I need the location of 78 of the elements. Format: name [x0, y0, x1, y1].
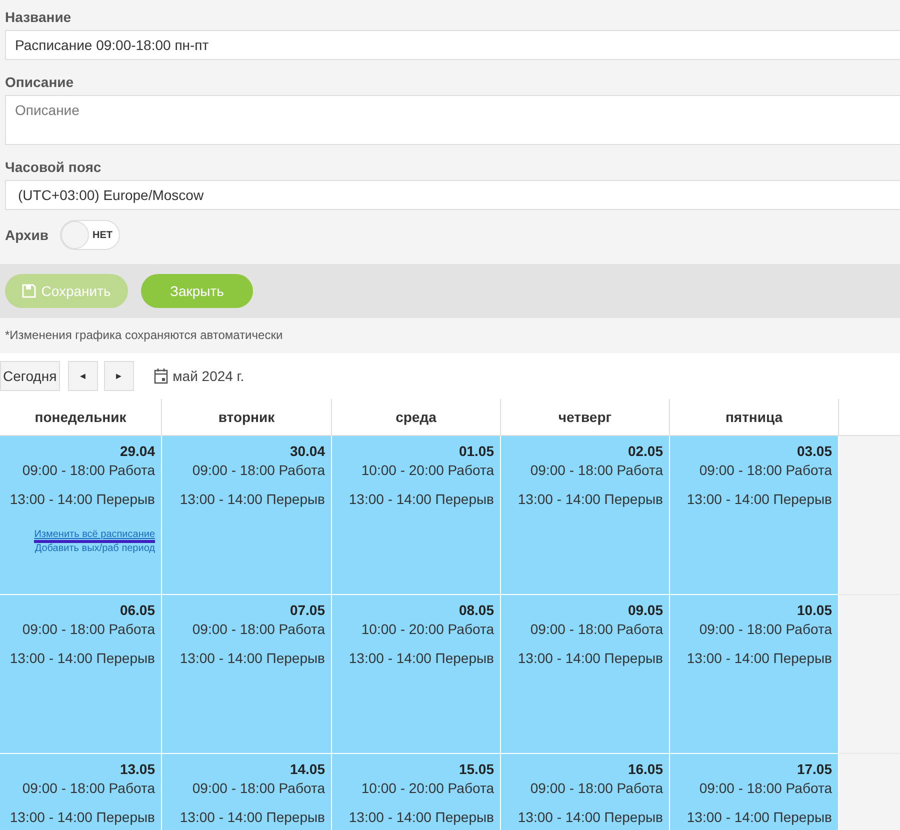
day-cell[interactable]: 03.05 09:00 - 18:00 Работа 13:00 - 14:00 Перерыв: [670, 436, 839, 595]
break-period: 13:00 - 14:00 Перерыв: [348, 809, 494, 825]
column-header: понедельник: [0, 399, 162, 435]
day-date: 13.05: [118, 761, 155, 777]
day-cell[interactable]: 01.05 10:00 - 20:00 Работа 13:00 - 14:00 Перерыв: [332, 436, 501, 595]
day-cell[interactable]: 10.05 09:00 - 18:00 Работа 13:00 - 14:00 Перерыв: [670, 595, 839, 754]
break-period: 13:00 - 14:00 Перерыв: [516, 650, 663, 666]
column-header: пятница: [670, 399, 839, 435]
field-label: Название: [5, 9, 72, 25]
break-period: 13:00 - 14:00 Перерыв: [178, 809, 325, 825]
day-date: 03.05: [796, 443, 832, 459]
break-period: 13:00 - 14:00 Перерыв: [348, 491, 494, 507]
work-period: 09:00 - 18:00 Работа: [191, 621, 325, 637]
day-cell[interactable]: 30.04 09:00 - 18:00 Работа 13:00 - 14:00 Перерыв: [162, 436, 332, 595]
break-period: 13:00 - 14:00 Перерыв: [516, 809, 663, 825]
day-date: 09.05: [626, 602, 663, 618]
day-date: 07.05: [288, 602, 325, 618]
work-period: 10:00 - 20:00 Работа: [360, 780, 494, 796]
break-period: 13:00 - 14:00 Перерыв: [686, 491, 832, 507]
work-period: 09:00 - 18:00 Работа: [21, 462, 155, 478]
day-date: 30.04: [288, 443, 325, 459]
work-period: 09:00 - 18:00 Работа: [698, 621, 832, 637]
break-period: 13:00 - 14:00 Перерыв: [686, 650, 832, 666]
day-date: 17.05: [796, 761, 832, 777]
day-cell[interactable]: 14.05 09:00 - 18:00 Работа 13:00 - 14:00 Перерыв: [162, 754, 332, 830]
day-cell[interactable]: 16.05 09:00 - 18:00 Работа 13:00 - 14:00 Перерыв: [501, 754, 670, 830]
day-date: 16.05: [626, 761, 663, 777]
day-date: 14.05: [288, 761, 325, 777]
day-date: 02.05: [626, 443, 663, 459]
day-date: 06.05: [118, 602, 155, 618]
name-field[interactable]: Расписание 09:00-18:00 пн-пт: [5, 30, 900, 60]
work-period: 09:00 - 18:00 Работа: [21, 780, 155, 796]
work-period: 09:00 - 18:00 Работа: [529, 621, 663, 637]
work-period: 09:00 - 18:00 Работа: [529, 780, 663, 796]
day-date: 29.04: [118, 443, 155, 459]
today-button[interactable]: Сегодня: [0, 361, 60, 391]
day-date: 15.05: [458, 761, 494, 777]
column-header: четверг: [501, 399, 670, 435]
break-period: 13:00 - 14:00 Перерыв: [178, 650, 325, 666]
calendar-icon: [154, 368, 168, 384]
day-cell[interactable]: 07.05 09:00 - 18:00 Работа 13:00 - 14:00 Перерыв: [162, 595, 332, 754]
day-cell[interactable]: 06.05 09:00 - 18:00 Работа 13:00 - 14:00 Перерыв: [0, 595, 162, 754]
column-header: среда: [332, 399, 501, 435]
column-header: вторник: [162, 399, 332, 435]
work-period: 09:00 - 18:00 Работа: [191, 462, 325, 478]
break-period: 13:00 - 14:00 Перерыв: [8, 809, 155, 825]
day-cell[interactable]: 09.05 09:00 - 18:00 Работа 13:00 - 14:00 Перерыв: [501, 595, 670, 754]
work-period: 09:00 - 18:00 Работа: [191, 780, 325, 796]
day-cell[interactable]: 15.05 10:00 - 20:00 Работа 13:00 - 14:00 Перерыв: [332, 754, 501, 830]
description-field[interactable]: Описание: [5, 95, 900, 145]
work-period: 09:00 - 18:00 Работа: [698, 462, 832, 478]
day-date: 10.05: [796, 602, 832, 618]
field-label: Часовой пояс: [5, 159, 102, 175]
month-label: май 2024 г.: [172, 368, 244, 384]
work-period: 09:00 - 18:00 Работа: [21, 621, 155, 637]
timezone-field[interactable]: (UTC+03:00) Europe/Moscow: [5, 180, 900, 210]
break-period: 13:00 - 14:00 Перерыв: [348, 650, 494, 666]
field-label: Архив: [5, 227, 48, 243]
field-label: Описание: [5, 74, 75, 90]
break-period: 13:00 - 14:00 Перерыв: [686, 809, 832, 825]
break-period: 13:00 - 14:00 Перерыв: [516, 491, 663, 507]
autosave-note: *Изменения графика сохраняются автоматически: [0, 318, 900, 353]
work-period: 09:00 - 18:00 Работа: [698, 780, 832, 796]
day-cell[interactable]: 13.05 09:00 - 18:00 Работа 13:00 - 14:00 Перерыв: [0, 754, 162, 830]
day-cell[interactable]: 08.05 10:00 - 20:00 Работа 13:00 - 14:00 Перерыв: [332, 595, 501, 754]
day-cell[interactable]: 17.05 09:00 - 18:00 Работа 13:00 - 14:00 Перерыв: [670, 754, 839, 830]
next-button[interactable]: ►: [104, 361, 134, 391]
work-period: 09:00 - 18:00 Работа: [529, 462, 663, 478]
day-date: 01.05: [458, 443, 494, 459]
break-period: 13:00 - 14:00 Перерыв: [178, 491, 325, 507]
work-period: 10:00 - 20:00 Работа: [360, 621, 494, 637]
break-period: 13:00 - 14:00 Перерыв: [8, 491, 155, 507]
break-period: 13:00 - 14:00 Перерыв: [8, 650, 155, 666]
archive-toggle[interactable]: НЕТ: [60, 220, 120, 250]
work-period: 10:00 - 20:00 Работа: [360, 462, 494, 478]
day-date: 08.05: [458, 602, 494, 618]
previous-button[interactable]: ◄: [68, 361, 98, 391]
day-cell[interactable]: 02.05 09:00 - 18:00 Работа 13:00 - 14:00 Перерыв: [501, 436, 670, 595]
